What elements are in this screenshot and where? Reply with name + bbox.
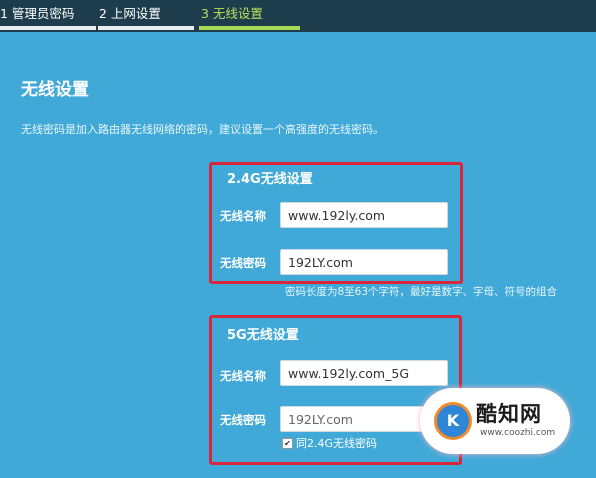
watermark-url: www.coozhi.com bbox=[480, 428, 556, 438]
tab-internet-settings-underline bbox=[98, 26, 194, 30]
same-password-label: 同2.4G无线密码 bbox=[296, 437, 378, 450]
watermark-k-icon: K bbox=[434, 402, 472, 440]
wifi24-name-input[interactable]: www.192ly.com bbox=[280, 202, 448, 228]
tab-wireless-settings-underline bbox=[199, 26, 300, 30]
watermark-logo: K 酷知网 www.coozhi.com bbox=[420, 388, 570, 454]
page-title: 无线设置 bbox=[21, 80, 89, 100]
tab-internet-settings[interactable]: 2 上网设置 bbox=[99, 0, 161, 28]
password-hint: 密码长度为8至63个字符，最好是数字、字母、符号的组合 bbox=[285, 286, 558, 298]
wifi5-name-label: 无线名称 bbox=[220, 369, 266, 383]
tab-wireless-settings[interactable]: 3 无线设置 bbox=[201, 0, 263, 28]
wifi24-password-label: 无线密码 bbox=[220, 256, 266, 270]
wifi24-section-title: 2.4G无线设置 bbox=[227, 172, 313, 187]
watermark-name: 酷知网 bbox=[476, 402, 542, 426]
wifi5-name-input[interactable]: www.192ly.com_5G bbox=[280, 360, 448, 386]
tab-admin-password[interactable]: 1 管理员密码 bbox=[0, 0, 74, 28]
wifi5-section-title: 5G无线设置 bbox=[227, 328, 299, 343]
same-password-checkbox[interactable]: ✔ bbox=[282, 438, 293, 449]
tab-admin-password-underline bbox=[0, 26, 96, 30]
setup-steps-bar: 1 管理员密码 2 上网设置 3 无线设置 bbox=[0, 0, 596, 32]
wifi24-password-input[interactable]: 192LY.com bbox=[280, 249, 448, 275]
page-intro: 无线密码是加入路由器无线网络的密码，建议设置一个高强度的无线密码。 bbox=[21, 123, 384, 136]
wifi5-password-label: 无线密码 bbox=[220, 413, 266, 427]
wifi24-name-label: 无线名称 bbox=[220, 209, 266, 223]
